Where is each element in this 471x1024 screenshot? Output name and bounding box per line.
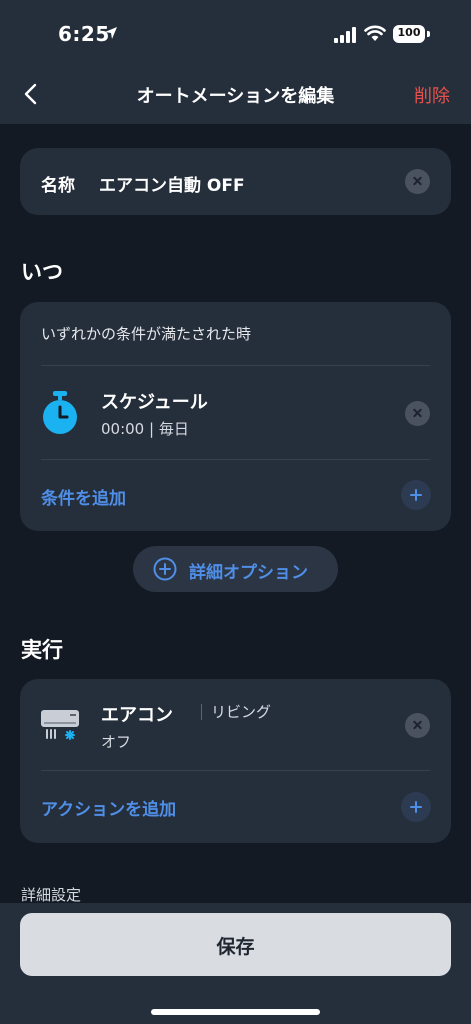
save-button[interactable]: 保存 — [20, 913, 451, 976]
separator — [201, 704, 202, 720]
divider — [41, 459, 430, 460]
details-settings-label: 詳細設定 — [21, 886, 82, 904]
home-indicator — [151, 1009, 320, 1015]
save-button-label: 保存 — [216, 936, 255, 958]
advanced-options-button[interactable]: 詳細オプション — [133, 546, 338, 592]
action-state: オフ — [101, 733, 132, 751]
advanced-options-label: 詳細オプション — [189, 563, 308, 583]
navigation-bar: オートメーションを編集 削除 — [0, 64, 471, 124]
wifi-icon — [364, 25, 386, 41]
plus-icon[interactable] — [401, 792, 431, 822]
clear-icon[interactable] — [405, 713, 430, 738]
name-label: 名称 — [41, 176, 75, 196]
clear-icon[interactable] — [405, 401, 430, 426]
header-area: 6:25 100 オートメーションを編集 削除 — [0, 0, 471, 124]
divider — [41, 770, 430, 771]
page-title: オートメーションを編集 — [136, 86, 335, 107]
battery-tip — [427, 31, 430, 37]
battery-icon: 100 — [393, 25, 425, 43]
plus-icon[interactable] — [401, 480, 431, 510]
delete-button[interactable]: 削除 — [414, 82, 450, 108]
when-section-title: いつ — [21, 260, 63, 284]
condition-subtitle: 00:00 | 毎日 — [101, 420, 189, 438]
divider — [41, 365, 430, 366]
add-condition-button[interactable]: 条件を追加 — [41, 484, 126, 509]
battery-level: 100 — [397, 26, 421, 39]
timer-icon — [43, 391, 77, 434]
status-time: 6:25 — [58, 22, 110, 46]
run-section-title: 実行 — [21, 638, 63, 662]
signal-icon — [334, 27, 356, 43]
name-value[interactable]: エアコン自動 OFF — [99, 171, 245, 196]
location-arrow-icon — [105, 27, 117, 39]
status-bar: 6:25 100 — [0, 0, 471, 64]
action-device[interactable]: エアコン — [101, 701, 173, 727]
condition-title[interactable]: スケジュール — [101, 388, 208, 414]
clear-icon[interactable] — [405, 169, 430, 194]
plus-circle-icon — [153, 557, 177, 581]
conditions-header: いずれかの条件が満たされた時 — [41, 325, 252, 343]
action-room: リビング — [211, 703, 272, 721]
air-conditioner-icon — [41, 710, 79, 740]
conditions-card: いずれかの条件が満たされた時 スケジュール 00:00 | 毎日 条件を追加 — [20, 302, 451, 531]
add-action-button[interactable]: アクションを追加 — [41, 795, 176, 820]
actions-card: エアコン リビング オフ アクションを追加 — [20, 679, 451, 843]
name-card[interactable]: 名称 エアコン自動 OFF — [20, 148, 451, 215]
